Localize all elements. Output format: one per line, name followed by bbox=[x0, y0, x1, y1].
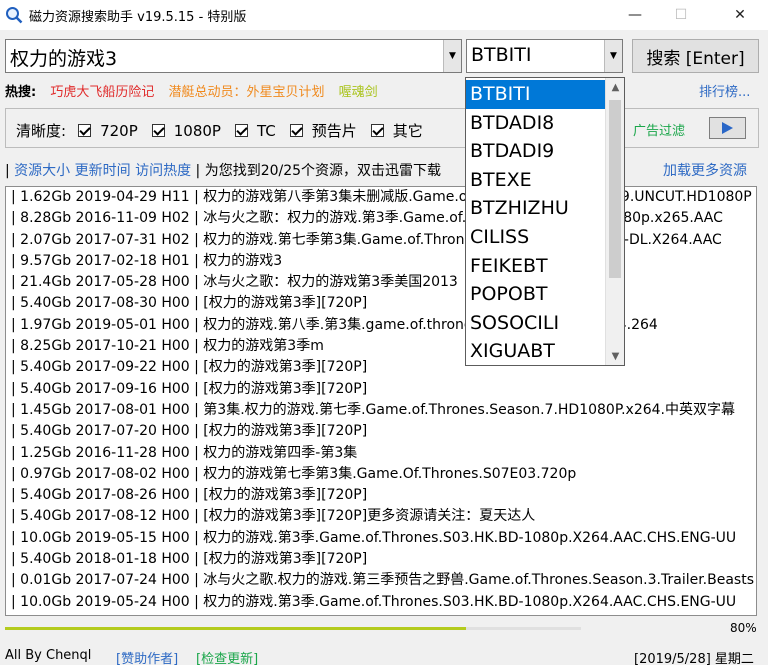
maximize-button[interactable]: ☐ bbox=[658, 0, 704, 30]
result-row[interactable]: | 5.40Gb 2017-09-16 H00 | [权力的游戏第3季][720… bbox=[6, 379, 756, 400]
hot-search-label: 热搜: bbox=[5, 85, 37, 100]
result-row[interactable]: | 5.40Gb 2017-08-12 H00 | [权力的游戏第3季][720… bbox=[6, 506, 756, 527]
sort-bar: | 资源大小 更新时间 访问热度 | 为您找到20/25个资源，双击迅雷下载 bbox=[5, 160, 441, 180]
checkbox-label: 其它 bbox=[392, 122, 423, 140]
checkbox-checked[interactable] bbox=[234, 124, 248, 137]
checkbox-checked[interactable] bbox=[370, 124, 384, 137]
chevron-down-icon[interactable]: ▼ bbox=[443, 40, 461, 72]
hot-search-link[interactable]: 巧虎大飞船历险记 bbox=[50, 85, 154, 100]
progress-fill bbox=[5, 627, 466, 630]
rank-link[interactable]: 排行榜... bbox=[699, 81, 750, 100]
dropdown-option[interactable]: CILISS bbox=[466, 223, 605, 252]
result-row[interactable]: | 0.01Gb 2017-07-24 H00 | 冰与火之歌.权力的游戏.第三… bbox=[6, 570, 756, 591]
ad-filter-label: 广告过滤 bbox=[633, 124, 686, 139]
check-update-link[interactable]: [检查更新] bbox=[196, 648, 258, 665]
hot-search-bar: 热搜: 巧虎大飞船历险记 潜艇总动员：外星宝贝计划 喔魂剑 bbox=[5, 81, 378, 100]
dropdown-option[interactable]: POPOBT bbox=[466, 280, 605, 309]
checkbox-label: 720P bbox=[100, 121, 138, 140]
result-row[interactable]: | 2.07Gb 2017-07-31 H02 | 权力的游戏.第七季第3集.G… bbox=[6, 230, 756, 251]
author-text: All By Chenql bbox=[5, 648, 92, 663]
result-row[interactable]: | 5.40Gb 2018-01-18 H00 | [权力的游戏第3季][720… bbox=[6, 549, 756, 570]
site-select[interactable]: BTBITI ▼ bbox=[466, 39, 623, 73]
result-row[interactable]: | 5.40Gb 2017-09-22 H00 | [权力的游戏第3季][720… bbox=[6, 357, 756, 378]
result-row[interactable]: | 1.25Gb 2016-11-28 H00 | 权力的游戏第四季-第3集 bbox=[6, 443, 756, 464]
checkbox-tc[interactable]: TC bbox=[234, 121, 276, 140]
title-bar: 磁力资源搜索助手 v19.5.15 - 特别版 — ☐ ✕ bbox=[0, 0, 768, 30]
checkbox-1080p[interactable]: 1080P bbox=[151, 121, 221, 140]
checkbox-720p[interactable]: 720P bbox=[78, 122, 138, 140]
dropdown-option[interactable]: SOSOCILI bbox=[466, 309, 605, 338]
dropdown-option[interactable]: BTEXE bbox=[466, 166, 605, 195]
checkbox-label: 1080P bbox=[173, 121, 221, 140]
result-row[interactable]: | 1.62Gb 2019-04-29 H11 | 权力的游戏第八季第3集未删减… bbox=[6, 187, 756, 208]
dropdown-scrollbar[interactable]: ▲ ▼ bbox=[605, 78, 624, 365]
status-bar: All By Chenql [赞助作者] [检查更新] [2019/5/28] … bbox=[0, 646, 768, 665]
search-button[interactable]: 搜索 [Enter] bbox=[632, 39, 759, 73]
dropdown-option[interactable]: XIGUABT bbox=[466, 337, 605, 365]
site-dropdown-list[interactable]: ▲ ▼ BTBITI BTDADI8 BTDADI9 BTEXE BTZHIZHU CIL… bbox=[465, 77, 625, 366]
hot-search-link[interactable]: 潜艇总动员：外星宝贝计划 bbox=[169, 85, 325, 100]
quality-label: 清晰度: bbox=[16, 122, 67, 140]
app-window: 磁力资源搜索助手 v19.5.15 - 特别版 — ☐ ✕ 权力的游戏3 ▼ B… bbox=[0, 0, 768, 665]
hot-search-link[interactable]: 喔魂剑 bbox=[339, 85, 378, 100]
scroll-down-icon[interactable]: ▼ bbox=[606, 347, 624, 365]
checkbox-checked[interactable] bbox=[78, 124, 92, 137]
progress-bar bbox=[5, 627, 581, 630]
checkbox-checked[interactable] bbox=[289, 124, 303, 137]
result-row[interactable]: | 1.97Gb 2019-05-01 H00 | 权力的游戏.第八季.第3集.… bbox=[6, 315, 756, 336]
results-list[interactable]: | 1.62Gb 2019-04-29 H11 | 权力的游戏第八季第3集未删减… bbox=[5, 186, 757, 616]
close-button[interactable]: ✕ bbox=[712, 0, 768, 30]
sort-by-size[interactable]: 资源大小 bbox=[14, 163, 70, 179]
result-row[interactable]: | 1.45Gb 2017-08-01 H00 | 第3集.权力的游戏.第七季.… bbox=[6, 400, 756, 421]
result-row[interactable]: | 5.40Gb 2017-08-26 H00 | [权力的游戏第3季][720… bbox=[6, 485, 756, 506]
minimize-button[interactable]: — bbox=[612, 0, 658, 30]
result-row[interactable]: | 5.40Gb 2017-08-30 H00 | [权力的游戏第3季][720… bbox=[6, 293, 756, 314]
dropdown-option[interactable]: BTDADI8 bbox=[466, 109, 605, 138]
result-row[interactable]: | 8.28Gb 2016-11-09 H02 | 冰与火之歌：权力的游戏.第3… bbox=[6, 208, 756, 229]
checkbox-label: 预告片 bbox=[311, 122, 357, 140]
scroll-up-icon[interactable]: ▲ bbox=[606, 78, 624, 96]
dropdown-option[interactable]: BTDADI9 bbox=[466, 137, 605, 166]
search-input[interactable]: 权力的游戏3 ▼ bbox=[5, 39, 462, 73]
result-row[interactable]: | 10.0Gb 2019-05-24 H00 | 权力的游戏.第3季.Game… bbox=[6, 592, 756, 613]
checkbox-other[interactable]: 其它 bbox=[370, 120, 423, 141]
sort-by-time[interactable]: 更新时间 bbox=[75, 163, 131, 179]
progress-percent: 80% bbox=[730, 621, 757, 635]
result-row[interactable]: | 0.97Gb 2017-08-02 H00 | 权力的游戏第七季第3集.Ga… bbox=[6, 464, 756, 485]
window-title: 磁力资源搜索助手 v19.5.15 - 特别版 bbox=[29, 9, 247, 25]
sort-by-heat[interactable]: 访问热度 bbox=[135, 163, 191, 179]
result-row[interactable]: | 9.57Gb 2017-02-18 H01 | 权力的游戏3 bbox=[6, 251, 756, 272]
search-query-text: 权力的游戏3 bbox=[10, 48, 118, 70]
scrollbar-thumb[interactable] bbox=[609, 100, 621, 278]
result-status: | 为您找到20/25个资源，双击迅雷下载 bbox=[195, 163, 442, 179]
separator: | bbox=[5, 163, 10, 179]
dropdown-option[interactable]: BTZHIZHU bbox=[466, 194, 605, 223]
load-more-link[interactable]: 加载更多资源 bbox=[663, 160, 747, 180]
dropdown-option[interactable]: FEIKEBT bbox=[466, 252, 605, 281]
quality-filter-group: 清晰度: 720P 1080P TC 预告片 其它 广告过滤 bbox=[5, 108, 759, 148]
site-selected-text: BTBITI bbox=[471, 44, 532, 66]
sponsor-link[interactable]: [赞助作者] bbox=[116, 648, 178, 665]
magnet-search-icon bbox=[6, 7, 23, 24]
result-row[interactable]: | 10.0Gb 2019-05-15 H00 | 权力的游戏.第3季.Game… bbox=[6, 528, 756, 549]
checkbox-trailer[interactable]: 预告片 bbox=[289, 120, 357, 141]
date-text: [2019/5/28] 星期二 bbox=[634, 652, 754, 665]
ad-filter-button[interactable] bbox=[709, 117, 746, 139]
dropdown-option[interactable]: BTBITI bbox=[466, 80, 605, 109]
result-row[interactable]: | 21.4Gb 2017-05-28 H00 | 冰与火之歌：权力的游戏第3季… bbox=[6, 272, 756, 293]
result-row[interactable]: | 5.40Gb 2017-07-20 H00 | [权力的游戏第3季][720… bbox=[6, 421, 756, 442]
checkbox-label: TC bbox=[256, 121, 276, 140]
checkbox-checked[interactable] bbox=[151, 124, 165, 137]
quality-options: 清晰度: 720P 1080P TC 预告片 其它 bbox=[16, 120, 437, 141]
chevron-down-icon[interactable]: ▼ bbox=[604, 40, 622, 72]
play-icon bbox=[722, 122, 733, 134]
result-row[interactable]: | 8.25Gb 2017-10-21 H00 | 权力的游戏第3季m bbox=[6, 336, 756, 357]
